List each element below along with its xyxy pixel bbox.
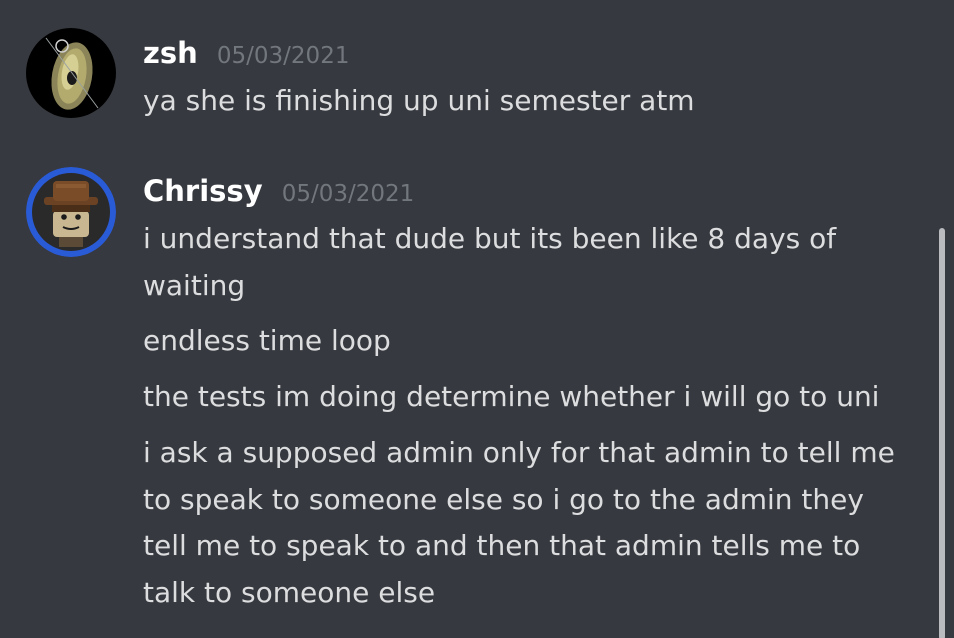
message-text: endless time loop xyxy=(143,324,391,357)
avatar[interactable] xyxy=(26,167,116,257)
username[interactable]: zsh xyxy=(143,36,198,70)
scrollbar-thumb[interactable] xyxy=(939,228,945,638)
message-header: zsh 05/03/2021 xyxy=(143,36,349,70)
message-text: i ask a supposed admin only for that adm… xyxy=(143,436,895,609)
message-text: ya she is finishing up uni semester atm xyxy=(143,84,695,117)
lego-minifig-icon xyxy=(26,167,116,257)
message-header: Chrissy 05/03/2021 xyxy=(143,174,414,208)
timestamp: 05/03/2021 xyxy=(216,43,350,69)
message-text: i understand that dude but its been like… xyxy=(143,222,837,302)
chat-messages: zsh 05/03/2021 ya she is finishing up un… xyxy=(0,0,954,638)
timestamp: 05/03/2021 xyxy=(281,181,415,207)
message-text: the tests im doing determine whether i w… xyxy=(143,380,880,413)
avatar[interactable] xyxy=(26,28,116,118)
username[interactable]: Chrissy xyxy=(143,174,263,208)
disc-icon xyxy=(26,28,116,118)
